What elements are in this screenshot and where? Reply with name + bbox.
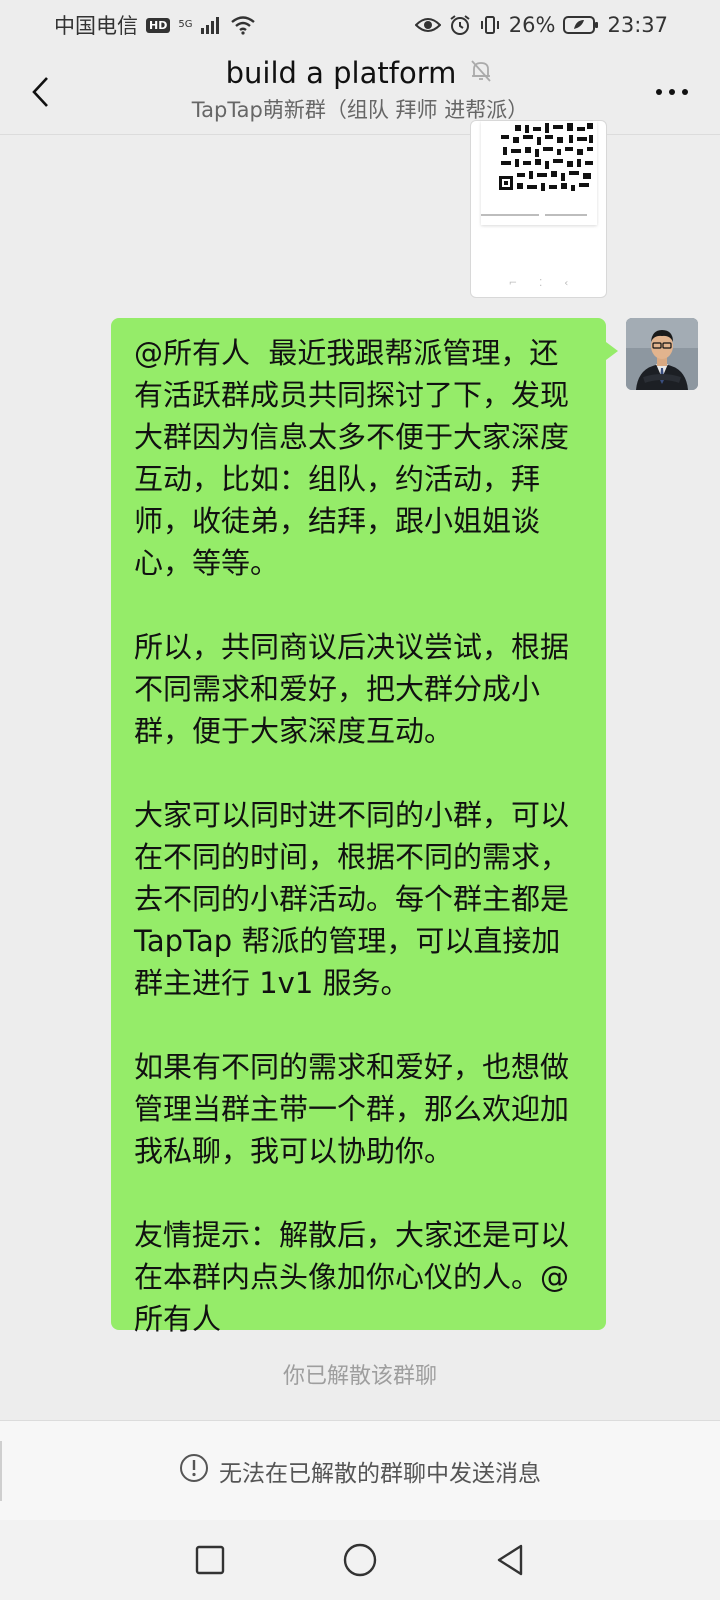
info-icon	[179, 1453, 209, 1489]
clock-time: 23:37	[607, 13, 668, 37]
battery-percent: 26%	[508, 13, 556, 37]
qr-code-card	[481, 121, 597, 225]
sent-message-bubble[interactable]: @所有人 最近我跟帮派管理，还有活跃群成员共同探讨了下，发现大群因为信息太多不便…	[111, 318, 618, 1336]
avatar[interactable]	[626, 318, 698, 390]
eye-icon	[414, 16, 441, 34]
nav-back-button[interactable]	[490, 1540, 530, 1580]
vibrate-icon	[479, 14, 501, 36]
thumbnail-recents-icon: ⌐	[508, 278, 518, 289]
title-row: build a platform	[0, 56, 720, 90]
recents-square-icon	[195, 1545, 225, 1575]
wifi-icon	[230, 15, 256, 35]
qr-code-icon	[481, 121, 597, 209]
message-text: @所有人 最近我跟帮派管理，还有活跃群成员共同探讨了下，发现大群因为信息太多不便…	[134, 336, 570, 1336]
recents-button[interactable]	[190, 1540, 230, 1580]
signal-icon	[200, 16, 222, 34]
more-icon	[656, 89, 688, 95]
system-note-dissolved: 你已解散该群聊	[282, 1364, 437, 1389]
network-type-label: 5G	[178, 19, 193, 30]
image-message-thumbnail[interactable]: ⌐ ⁚ ‹	[470, 120, 607, 298]
chat-header: build a platform TapTap萌新群（组队 拜师 进帮派）	[0, 50, 720, 135]
status-left: 中国电信 HD 5G	[54, 10, 256, 40]
qr-caption-lines	[481, 214, 587, 216]
status-right: 26% 23:37	[414, 13, 668, 37]
home-button[interactable]	[340, 1540, 380, 1580]
avatar-portrait-icon	[626, 318, 698, 390]
mute-bell-icon	[468, 58, 494, 88]
disabled-input-notice: 无法在已解散的群聊中发送消息	[219, 1461, 541, 1487]
disabled-input-bar: 无法在已解散的群聊中发送消息	[0, 1420, 720, 1521]
chat-title: build a platform	[225, 56, 457, 90]
thumbnail-back-icon: ‹	[564, 278, 569, 289]
back-triangle-icon	[497, 1544, 523, 1576]
carrier-label: 中国电信	[54, 14, 138, 38]
home-circle-icon	[343, 1543, 377, 1577]
thumbnail-home-icon: ⁚	[539, 278, 543, 289]
chat-subtitle: TapTap萌新群（组队 拜师 进帮派）	[191, 98, 529, 122]
thumbnail-navbar: ⌐ ⁚ ‹	[471, 278, 606, 289]
status-bar: 中国电信 HD 5G 26% 23:37	[0, 0, 720, 50]
hd-badge: HD	[146, 17, 171, 33]
system-navigation-bar	[0, 1520, 720, 1600]
battery-icon	[563, 15, 599, 35]
alarm-icon	[449, 14, 471, 36]
more-options-button[interactable]	[650, 74, 694, 110]
